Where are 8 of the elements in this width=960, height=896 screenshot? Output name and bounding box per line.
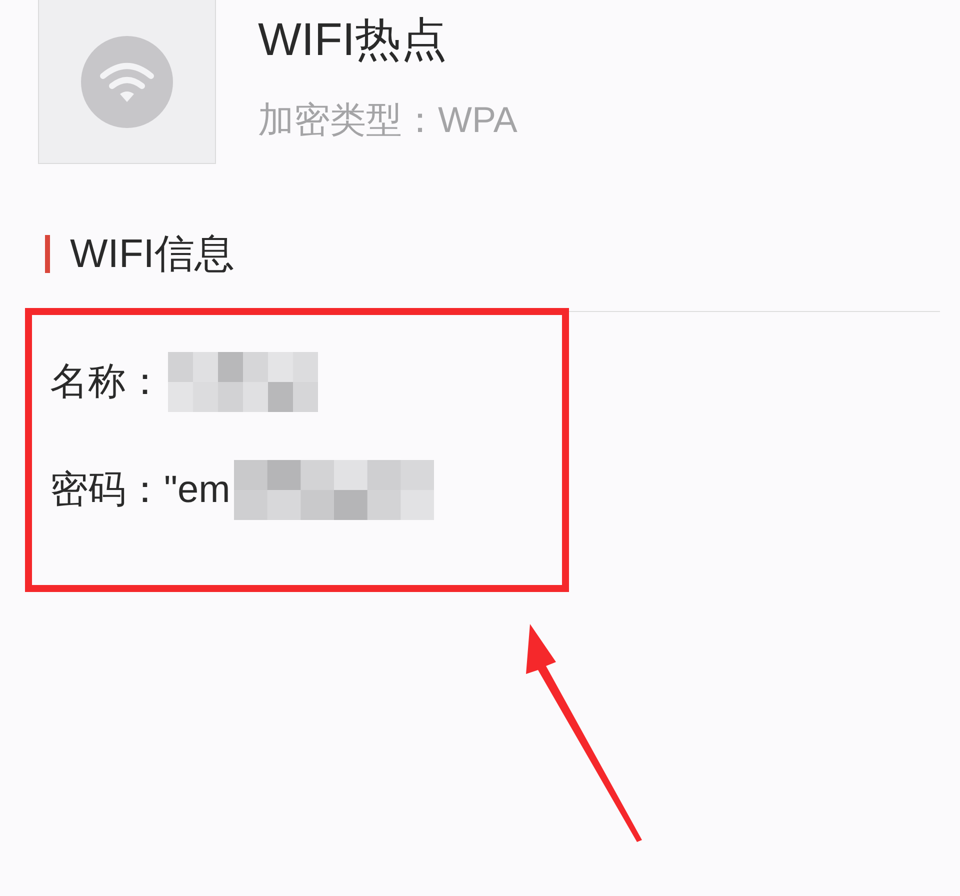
encryption-type: 加密类型：WPA [258, 102, 518, 138]
field-value: "em [164, 471, 230, 509]
wifi-icon [81, 36, 173, 128]
section-marker [45, 235, 50, 273]
field-label: 名称： [50, 363, 164, 401]
hotspot-title: WIFI热点 [258, 16, 448, 62]
field-label: 密码： [50, 471, 164, 509]
section-title: WIFI信息 [70, 234, 234, 274]
